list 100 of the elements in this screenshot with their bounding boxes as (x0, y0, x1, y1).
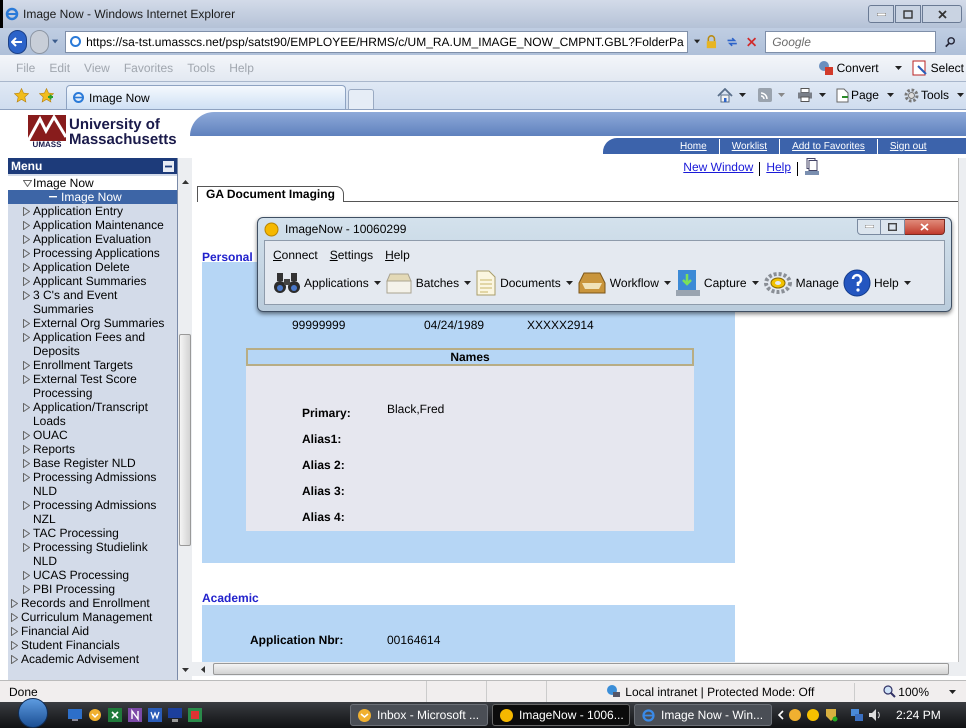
chevron-left-icon[interactable] (778, 710, 784, 720)
favorites-star-icon[interactable] (14, 88, 29, 102)
collapse-icon[interactable] (163, 160, 174, 172)
menu-item[interactable]: Image Now (8, 190, 177, 204)
security-zone[interactable]: Local intranet | Protected Mode: Off (625, 682, 856, 700)
mail-app-icon[interactable] (88, 708, 102, 722)
menu-item[interactable]: External Org Summaries (8, 316, 177, 330)
toolbar-button[interactable]: Workflow (576, 268, 671, 298)
header-link[interactable]: Sign out (876, 138, 939, 154)
menu-item[interactable]: Applicant Summaries (8, 274, 177, 288)
page-menu-button[interactable]: Page (836, 86, 879, 104)
menu-item[interactable]: Curriculum Management (8, 610, 177, 624)
menu-item[interactable]: TAC Processing (8, 526, 177, 540)
menu-item[interactable]: Image Now (8, 176, 177, 190)
close-button[interactable] (905, 218, 945, 234)
desktop-icon[interactable] (68, 709, 82, 721)
menu-item[interactable]: 3 C's and Event Summaries (8, 288, 177, 316)
menu-item[interactable]: Application Delete (8, 260, 177, 274)
zoom-level[interactable]: 100% (898, 682, 929, 700)
start-button[interactable] (18, 698, 48, 728)
maximize-button[interactable] (881, 218, 905, 234)
menu-item[interactable]: Academic Advisement (8, 652, 177, 666)
menu-item[interactable]: Financial Aid (8, 624, 177, 638)
menu-item[interactable]: UCAS Processing (8, 568, 177, 582)
caret-icon[interactable] (694, 39, 700, 44)
http-link-icon[interactable] (804, 158, 820, 176)
toolbar-button[interactable]: Documents (475, 268, 573, 298)
menu-item[interactable]: Base Register NLD (8, 456, 177, 470)
browser-tab[interactable]: Image Now (66, 85, 346, 109)
menu-item[interactable]: Processing Applications (8, 246, 177, 260)
tools-menu-button[interactable]: Tools (904, 86, 949, 104)
scroll-left-icon[interactable] (201, 666, 205, 672)
menu-item[interactable]: Application Evaluation (8, 232, 177, 246)
menu-item[interactable]: Records and Enrollment (8, 596, 177, 610)
toolbar-button[interactable]: Manage (762, 268, 839, 298)
shield-tray-icon[interactable] (824, 708, 838, 722)
menu-item[interactable]: Enrollment Targets (8, 358, 177, 372)
page-link[interactable]: Help (766, 158, 791, 176)
close-button[interactable] (922, 5, 962, 23)
search-icon[interactable] (945, 34, 956, 48)
back-button[interactable] (8, 30, 27, 54)
clock[interactable]: 2:24 PM (896, 706, 941, 724)
home-icon[interactable] (716, 88, 733, 102)
toolbar-button[interactable]: Batches (384, 268, 472, 298)
sidebar-scrollbar[interactable] (178, 158, 192, 680)
scrollbar-thumb[interactable] (179, 334, 191, 546)
page-tab[interactable]: GA Document Imaging (197, 186, 344, 202)
menu-item[interactable]: Processing Admissions NLD (8, 470, 177, 498)
menu-item[interactable]: Processing Studielink NLD (8, 540, 177, 568)
menu-item[interactable]: Processing Admissions NZL (8, 498, 177, 526)
volume-icon[interactable] (868, 708, 882, 722)
header-link[interactable]: Worklist (718, 138, 780, 154)
menu-item[interactable]: Application Maintenance (8, 218, 177, 232)
horizontal-scrollbar[interactable] (192, 662, 966, 676)
page-scrollbar[interactable] (958, 158, 966, 662)
menu-item[interactable]: Reports (8, 442, 177, 456)
menu-item[interactable]: Settings (330, 246, 374, 264)
menu-item[interactable]: External Test Score Processing (8, 372, 177, 400)
refresh-icon[interactable] (726, 34, 738, 48)
network-tray-icon[interactable] (850, 708, 864, 722)
scroll-up-icon[interactable] (182, 180, 188, 184)
scroll-down-icon[interactable] (182, 668, 188, 672)
menu-item[interactable]: Student Financials (8, 638, 177, 652)
mail-tray-icon[interactable] (788, 708, 802, 722)
header-link[interactable]: Home (668, 138, 719, 154)
notes-app-icon[interactable] (128, 708, 142, 722)
page-link[interactable]: New Window (683, 158, 754, 176)
toolbar-button[interactable]: Capture (674, 268, 759, 298)
minimize-button[interactable] (868, 5, 894, 23)
menu-item[interactable]: Application Fees and Deposits (8, 330, 177, 358)
menu-item[interactable]: Application/Transcript Loads (8, 400, 177, 428)
print-icon[interactable] (796, 88, 813, 102)
search-field[interactable]: Google (765, 30, 936, 52)
circle-tray-icon[interactable] (806, 708, 820, 722)
taskbar-button[interactable]: Inbox - Microsoft ... (350, 704, 488, 726)
menu-item[interactable]: Help (385, 246, 410, 264)
menu-item[interactable]: PBI Processing (8, 582, 177, 596)
spreadsheet-app-icon[interactable] (108, 708, 122, 722)
header-link[interactable]: Add to Favorites (779, 138, 877, 154)
menu-item[interactable]: Application Entry (8, 204, 177, 218)
taskbar-button[interactable]: ImageNow - 1006... (492, 704, 630, 726)
taskbar-button[interactable]: Image Now - Win... (634, 704, 772, 726)
select-button[interactable]: Select (910, 57, 966, 79)
feed-icon[interactable] (758, 88, 772, 102)
caret-icon[interactable] (949, 690, 956, 694)
toolbar-button[interactable]: Applications (273, 268, 381, 298)
document-app-icon[interactable] (148, 708, 162, 722)
stop-icon[interactable] (746, 36, 756, 48)
convert-button[interactable]: Convert (816, 57, 881, 79)
scrollbar-thumb[interactable] (213, 663, 949, 675)
add-favorite-icon[interactable] (39, 88, 54, 102)
minimize-button[interactable] (857, 218, 881, 234)
menu-item[interactable]: Connect (273, 246, 318, 264)
caret-icon[interactable] (738, 93, 746, 97)
address-field[interactable]: https://sa-tst.umasscs.net/psp/satst90/EMPLOYEE/HRMS/c/UM_RA.UM_IMAGE_NOW_CMPNT.GBL?FolderPa (65, 30, 688, 52)
toolbar-button[interactable]: Help (842, 268, 911, 298)
monitor-icon[interactable] (168, 708, 182, 722)
menu-item[interactable]: OUAC (8, 428, 177, 442)
maximize-button[interactable] (895, 5, 921, 23)
caret-icon[interactable] (818, 93, 826, 97)
